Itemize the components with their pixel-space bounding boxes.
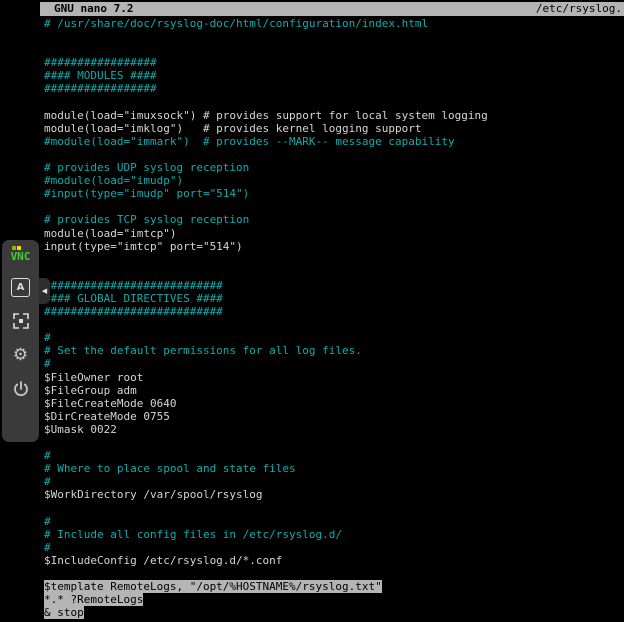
editor-line: #### GLOBAL DIRECTIVES #### [44,292,624,305]
editor-line: $DirCreateMode 0755 [44,410,624,423]
file-path-label: /etc/rsyslog. [536,2,622,16]
editor-line: # [44,449,624,462]
editor-line: $WorkDirectory /var/spool/rsyslog [44,488,624,501]
keyboard-button[interactable]: A [7,273,35,301]
editor-line: # [44,331,624,344]
editor-line [44,43,624,56]
power-button[interactable] [7,375,35,403]
editor-line: $IncludeConfig /etc/rsyslog.d/*.conf [44,554,624,567]
editor-line: $FileCreateMode 0640 [44,397,624,410]
editor-line: # Where to place spool and state files [44,462,624,475]
editor-line [44,30,624,43]
editor-line: $template RemoteLogs, "/opt/%HOSTNAME%/r… [44,580,624,593]
editor-line [44,266,624,279]
editor-line: #module(load="immark") # provides --MARK… [44,135,624,148]
editor-line [44,148,624,161]
fullscreen-icon [11,311,31,331]
vnc-logo: VNC [11,246,31,262]
nano-version-label: GNU nano 7.2 [54,2,133,16]
editor-line [44,96,624,109]
editor-line: # [44,515,624,528]
settings-button[interactable]: ⚙ [7,341,35,369]
editor-line: module(load="imuxsock") # provides suppo… [44,109,624,122]
power-icon [11,379,31,399]
terminal[interactable]: GNU nano 7.2 /etc/rsyslog. # /usr/share/… [40,0,624,622]
fullscreen-button[interactable] [7,307,35,335]
editor-line: input(type="imtcp" port="514") [44,240,624,253]
vnc-control-panel: VNC A ⚙ [2,240,39,442]
editor-line: ########################### [44,305,624,318]
editor-line: $FileOwner root [44,371,624,384]
editor-line: # [44,541,624,554]
editor-line: #### MODULES #### [44,69,624,82]
editor-content[interactable]: # /usr/share/doc/rsyslog-doc/html/config… [40,16,624,619]
editor-line [44,253,624,266]
editor-line: # /usr/share/doc/rsyslog-doc/html/config… [44,17,624,30]
editor-line: # [44,475,624,488]
editor-line: # Set the default permissions for all lo… [44,344,624,357]
editor-line [44,200,624,213]
panel-collapse-handle[interactable]: ◀ [39,278,50,304]
editor-line: # Include all config files in /etc/rsysl… [44,528,624,541]
editor-line [44,436,624,449]
editor-line: # [44,357,624,370]
editor-line [44,567,624,580]
editor-line: #module(load="imudp") [44,174,624,187]
editor-line: ################# [44,56,624,69]
editor-line: $FileGroup adm [44,384,624,397]
editor-line: *.* ?RemoteLogs [44,593,624,606]
editor-line [44,318,624,331]
editor-line: ########################### [44,279,624,292]
editor-line: module(load="imklog") # provides kernel … [44,122,624,135]
nano-titlebar: GNU nano 7.2 /etc/rsyslog. [40,2,624,16]
editor-line [44,501,624,514]
editor-line: $Umask 0022 [44,423,624,436]
editor-line: #input(type="imudp" port="514") [44,187,624,200]
keyboard-icon: A [11,278,30,297]
settings-gear-icon: ⚙ [13,347,28,364]
editor-line: & stop [44,606,624,619]
editor-line: ################# [44,82,624,95]
editor-line: module(load="imtcp") [44,227,624,240]
screen: VNC A ⚙ ◀ G [0,0,624,622]
editor-line: # provides TCP syslog reception [44,213,624,226]
editor-line: # provides UDP syslog reception [44,161,624,174]
vnc-sidebar-strip: VNC A ⚙ ◀ [0,0,40,622]
vnc-logo-text: VNC [11,251,31,262]
